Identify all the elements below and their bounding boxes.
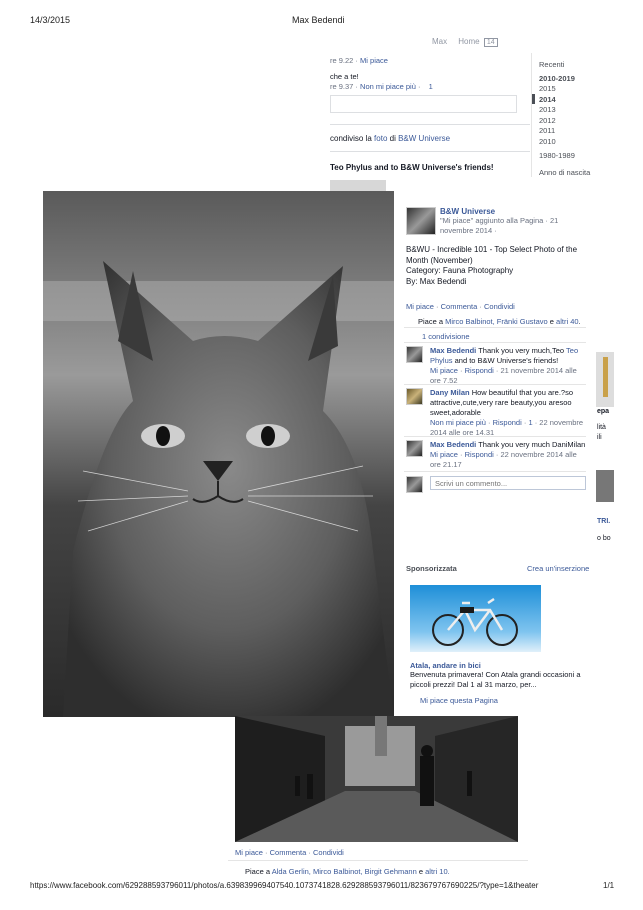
comment-author-link[interactable]: Max Bedendi <box>430 440 476 449</box>
nav-home-link[interactable]: Home <box>458 37 479 46</box>
comment-reply-link[interactable]: Rispondi <box>465 366 494 375</box>
bg-like-link[interactable]: Mi piace <box>360 56 388 65</box>
timeline-item-2012[interactable]: 2012 <box>532 115 591 126</box>
lower-actions: Mi piace · Commenta · Condividi <box>235 848 344 857</box>
bg-comment-box[interactable] <box>330 95 517 113</box>
lower-comment-link[interactable]: Commenta <box>270 848 307 857</box>
ad-text: Benvenuta primavera! Con Atala grandi oc… <box>410 670 581 689</box>
timeline-item-2015[interactable]: 2015 <box>532 83 591 94</box>
comment-input[interactable] <box>430 476 586 490</box>
print-url: https://www.facebook.com/629288593796011… <box>30 881 539 890</box>
bg-divider-2 <box>330 151 530 152</box>
bg-shared-line: condiviso la foto di B&W Universe <box>330 134 451 143</box>
comment-unlike-link[interactable]: Non mi piace più <box>430 418 486 427</box>
likes-others-link[interactable]: altri 40 <box>556 317 579 326</box>
bg-line2: che a te! <box>330 72 359 81</box>
bg-unlike-link[interactable]: Non mi piace più <box>360 82 416 91</box>
comment-item: Dany Milan How beautiful that you are.?s… <box>406 388 586 438</box>
my-avatar <box>406 476 423 493</box>
bg-like-count[interactable]: 1 <box>429 82 433 91</box>
comment-like-count[interactable]: 1 <box>528 418 532 427</box>
bg-right-snippet-b: lità <box>597 424 606 431</box>
print-page-number: 1/1 <box>603 881 615 890</box>
post-added-meta: "Mi piace" aggiunto alla Pagina · 21 nov… <box>440 216 559 235</box>
lower-share-link[interactable]: Condividi <box>313 848 344 857</box>
timeline-item-2013[interactable]: 2013 <box>532 104 591 115</box>
bg-right-snippet-c: ili <box>597 434 602 441</box>
comment-item: Max Bedendi Thank you very much DaniMila… <box>406 440 586 470</box>
bg-teo-line: Teo Phylus and to B&W Universe's friends… <box>330 163 494 172</box>
commenter-avatar[interactable] <box>406 440 423 457</box>
divider <box>404 342 586 343</box>
like-link[interactable]: Mi piace <box>406 302 434 311</box>
likes-summary: Piace a Mirco Balbinot, Fränki Gustavo e… <box>418 317 581 326</box>
lower-likes-names-link[interactable]: Alda Gerlin, Mirco Balbinot, Birgit Gehm… <box>272 867 417 876</box>
bg-right-thumb-1 <box>596 352 614 407</box>
cat-photo[interactable] <box>43 191 394 717</box>
lower-like-link[interactable]: Mi piace <box>235 848 263 857</box>
bg-right-snippet-d: TRI. <box>597 518 611 525</box>
divider <box>228 860 528 861</box>
print-date: 14/3/2015 <box>30 15 71 25</box>
comment-author-link[interactable]: Max Bedendi <box>430 346 476 355</box>
bg-right-snippet-a: epa <box>597 408 610 415</box>
ad-image[interactable] <box>410 585 541 652</box>
timeline-item-2014[interactable]: 2014 <box>532 93 591 104</box>
ad-like-page-link[interactable]: Mi piace questa Pagina <box>420 696 498 705</box>
shares-link[interactable]: 1 condivisione <box>422 332 470 341</box>
lower-likes-others-link[interactable]: altri 10. <box>425 867 450 876</box>
divider <box>404 384 586 385</box>
bg-right-thumb-2 <box>596 470 614 502</box>
bg-page-link[interactable]: B&W Universe <box>398 134 450 143</box>
comment-reply-link[interactable]: Rispondi <box>493 418 522 427</box>
page-name-link[interactable]: B&W Universe <box>440 207 495 216</box>
timeline-item-birth[interactable]: Anno di nascita <box>532 167 591 178</box>
post-text: B&WU - Incredible 101 - Top Select Photo… <box>406 245 578 286</box>
home-count-badge: 14 <box>483 38 498 47</box>
post-actions: Mi piace · Commenta · Condividi <box>406 302 515 311</box>
comment-author-link[interactable]: Dany Milan <box>430 388 470 397</box>
commenter-avatar[interactable] <box>406 388 423 405</box>
comment-link[interactable]: Commenta <box>441 302 478 311</box>
bg-line1: re 9.22 · Mi piace <box>330 56 388 65</box>
timeline-item-2010s[interactable]: 2010-2019 <box>532 73 591 84</box>
lower-likes-summary: Piace a Alda Gerlin, Mirco Balbinot, Bir… <box>245 867 450 876</box>
likes-names-link[interactable]: Mirco Balbinot, Fränki Gustavo <box>445 317 548 326</box>
divider <box>404 436 586 437</box>
street-photo[interactable] <box>235 716 518 842</box>
timeline-item-2010[interactable]: 2010 <box>532 136 591 147</box>
timeline-item-2011[interactable]: 2011 <box>532 125 591 136</box>
commenter-avatar[interactable] <box>406 346 423 363</box>
sponsored-heading: Sponsorizzata <box>406 564 457 573</box>
print-title: Max Bedendi <box>292 15 345 25</box>
bg-photo-link[interactable]: foto <box>374 134 387 143</box>
bg-right-snippet-e: o bo <box>597 535 611 542</box>
comment-like-link[interactable]: Mi piace <box>430 450 458 459</box>
share-link[interactable]: Condividi <box>484 302 515 311</box>
timeline-nav: Recenti 2010-2019 2015 2014 2013 2012 20… <box>531 53 591 177</box>
divider <box>404 327 586 328</box>
nav-profile-link[interactable]: Max <box>432 37 447 46</box>
bg-divider <box>330 124 530 125</box>
create-ad-link[interactable]: Crea un'inserzione <box>527 564 589 573</box>
bg-line3: re 9.37 · Non mi piace più · 1 <box>330 82 433 91</box>
timeline-item-recent[interactable]: Recenti <box>532 59 591 70</box>
comment-reply-link[interactable]: Rispondi <box>465 450 494 459</box>
top-nav: Max Home 14 <box>432 37 498 47</box>
divider <box>404 471 586 472</box>
comment-like-link[interactable]: Mi piace <box>430 366 458 375</box>
comment-item: Max Bedendi Thank you very much,Teo Teo … <box>406 346 586 386</box>
ad-title-link[interactable]: Atala, andare in bici <box>410 661 481 670</box>
page-avatar[interactable] <box>406 207 436 235</box>
timeline-item-1980s[interactable]: 1980-1989 <box>532 150 591 161</box>
